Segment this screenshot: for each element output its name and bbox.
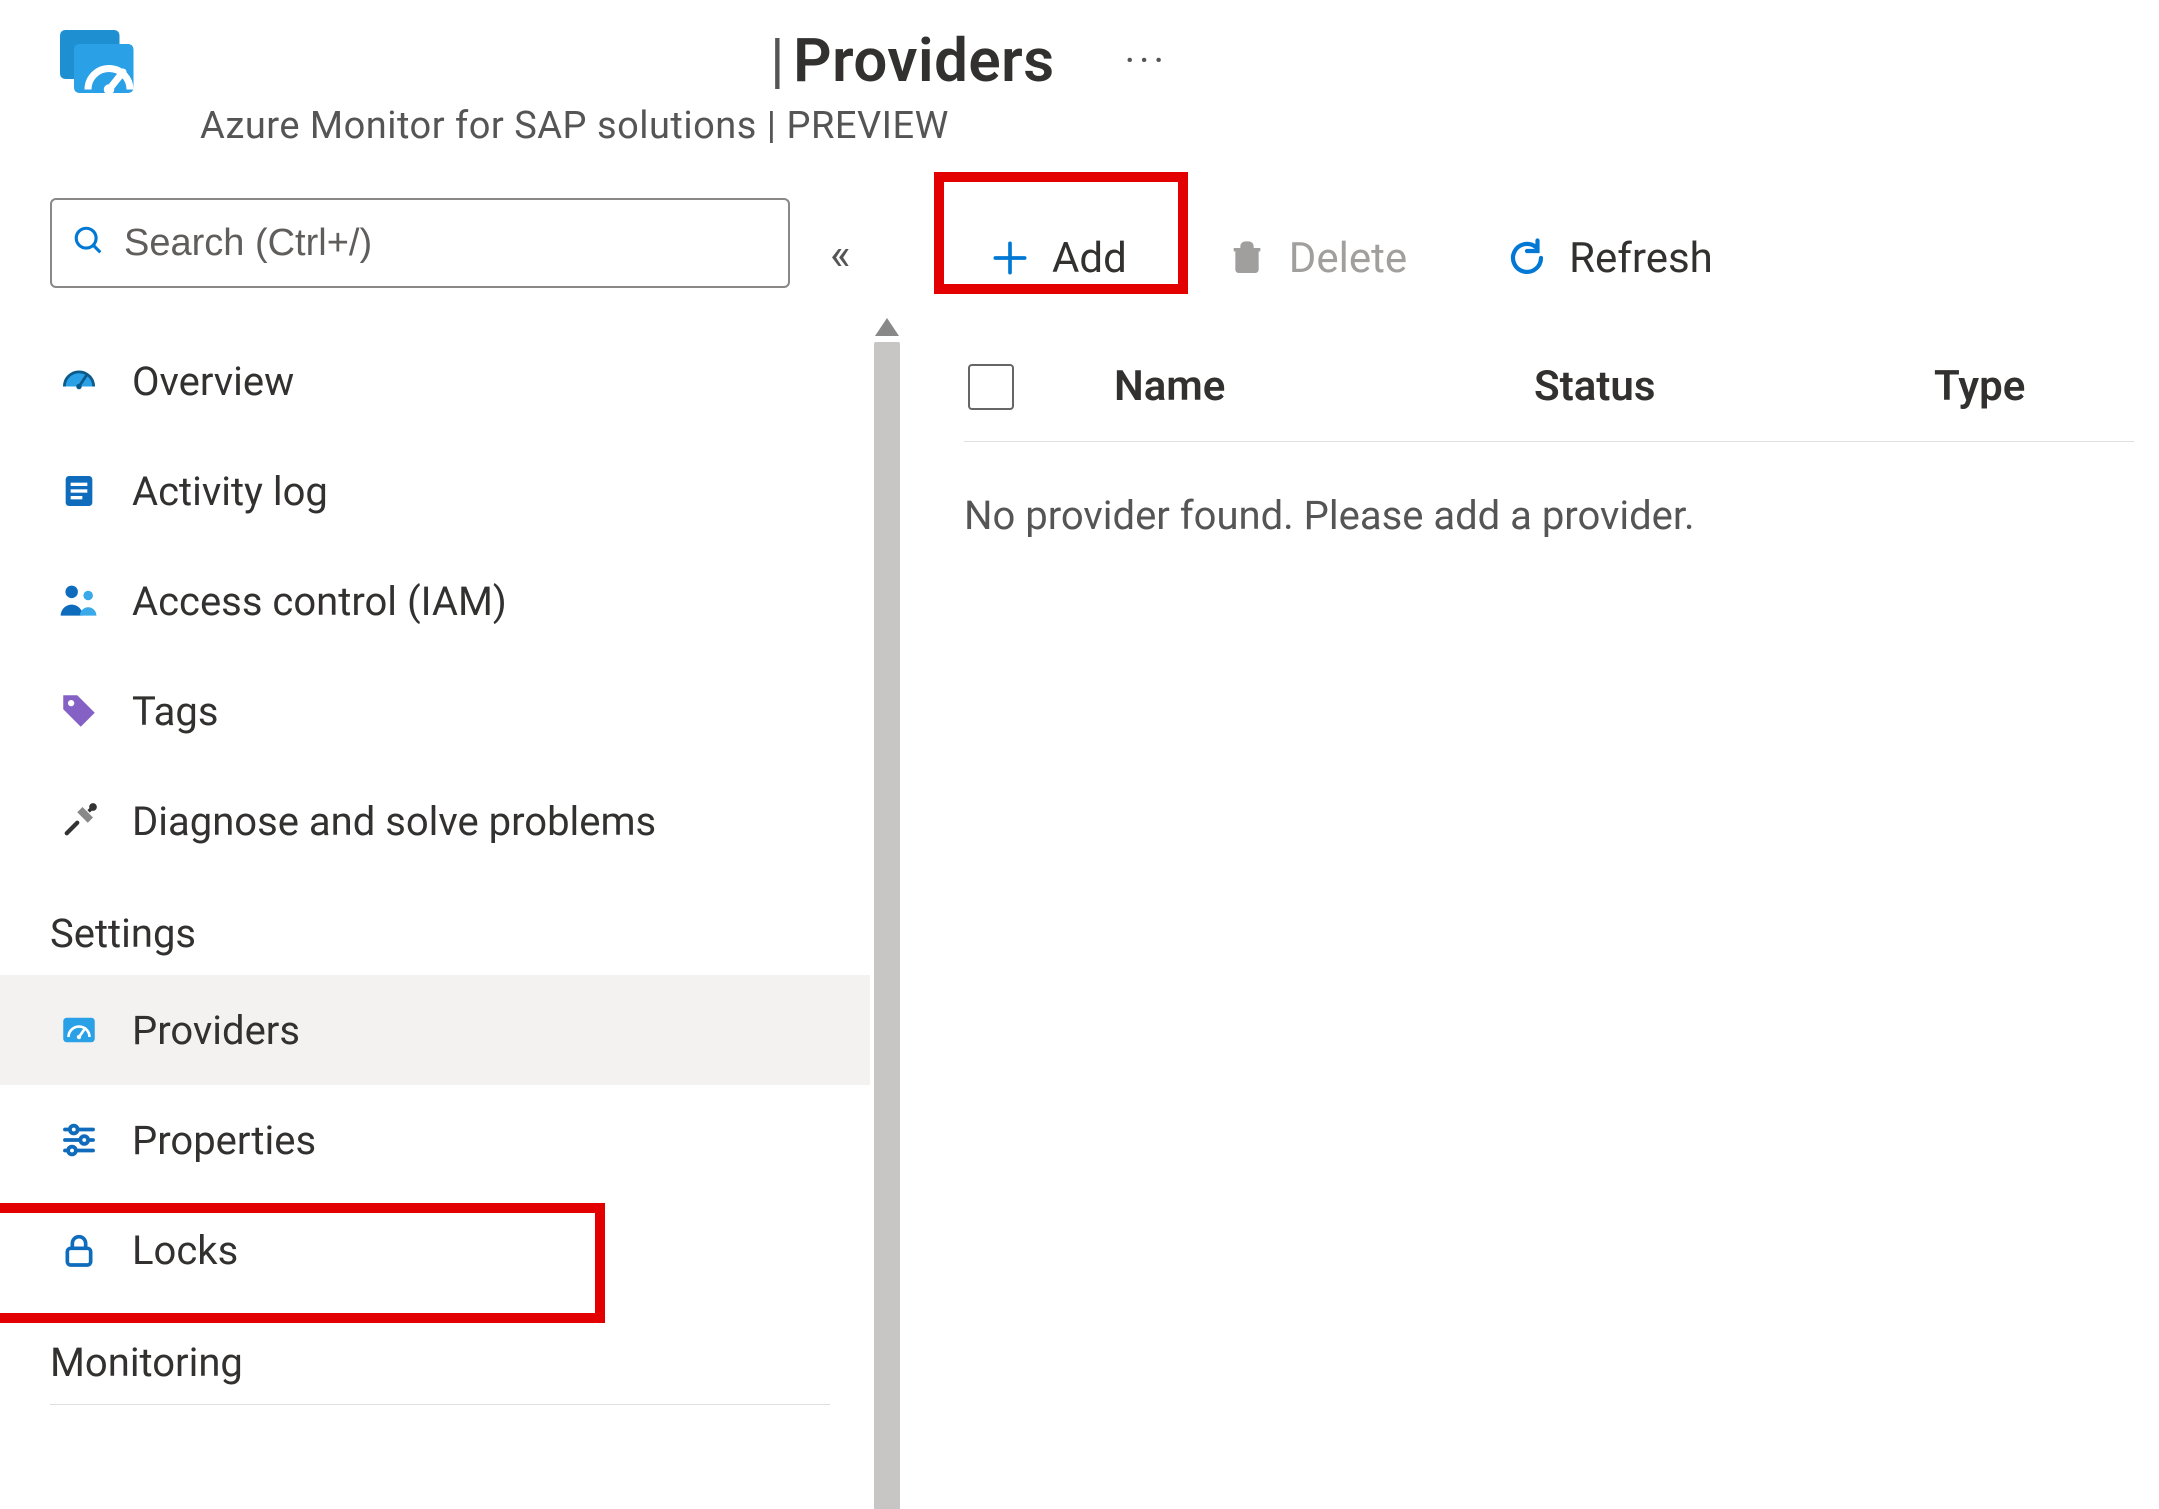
column-header-name[interactable]: Name [1114,362,1474,411]
plus-icon [988,236,1032,280]
sidebar-item-label: Access control (IAM) [132,578,507,625]
add-button-label: Add [1052,234,1127,283]
tags-icon [56,688,102,734]
page-subtitle: Azure Monitor for SAP solutions | PREVIE… [200,104,2109,148]
overview-icon [56,358,102,404]
page-title-text: Providers [793,25,1054,96]
sidebar-item-label: Diagnose and solve problems [132,798,656,845]
resource-icon [50,20,140,110]
sidebar-item-label: Activity log [132,468,328,515]
empty-state-message: No provider found. Please add a provider… [964,492,2134,539]
sidebar-item-label: Tags [132,688,219,735]
scroll-up-icon [875,318,899,336]
refresh-button[interactable]: Refresh [1481,224,1737,293]
sidebar-item-label: Overview [132,358,294,405]
sidebar-section-monitoring: Monitoring [50,1339,870,1386]
search-input[interactable] [122,221,768,266]
sidebar-section-settings: Settings [50,910,870,957]
delete-button: Delete [1201,224,1431,293]
properties-icon [56,1117,102,1163]
sidebar-item-label: Locks [132,1227,238,1274]
sidebar-item-label: Providers [132,1007,300,1054]
page-title: |Providers [770,25,1055,96]
diagnose-icon [56,798,102,844]
sidebar-nav: Overview Activity log [50,326,870,1405]
refresh-icon [1505,236,1549,280]
sidebar-item-overview[interactable]: Overview [50,326,870,436]
refresh-button-label: Refresh [1569,234,1713,283]
select-all-checkbox[interactable] [968,364,1014,410]
search-icon [72,224,106,262]
collapse-sidebar-button[interactable]: « [830,228,851,280]
sidebar-item-locks[interactable]: Locks [50,1195,870,1305]
sidebar-item-access-control[interactable]: Access control (IAM) [50,546,870,656]
sidebar-item-diagnose[interactable]: Diagnose and solve problems [50,766,870,876]
sidebar-item-activity-log[interactable]: Activity log [50,436,870,546]
sidebar-item-label: Properties [132,1117,316,1164]
column-header-type[interactable]: Type [1934,362,2134,411]
table-header-row: Name Status Type [964,338,2134,442]
trash-icon [1225,236,1269,280]
divider [50,1404,830,1405]
access-control-icon [56,578,102,624]
sidebar-scrollbar[interactable] [870,318,904,1507]
sidebar-item-providers[interactable]: Providers [0,975,870,1085]
sidebar: « Overview [0,178,870,1507]
page-header: |Providers ··· Azure Monitor for SAP sol… [0,0,2159,178]
scrollbar-thumb[interactable] [874,342,900,1509]
toolbar: Add Delete [964,198,2134,318]
delete-button-label: Delete [1289,234,1407,283]
providers-icon [56,1007,102,1053]
add-button[interactable]: Add [964,224,1151,293]
sidebar-item-tags[interactable]: Tags [50,656,870,766]
more-actions-button[interactable]: ··· [1125,37,1168,84]
main-content: Add Delete [904,178,2159,1507]
activity-log-icon [56,468,102,514]
column-header-status[interactable]: Status [1534,362,1874,411]
sidebar-item-properties[interactable]: Properties [50,1085,870,1195]
locks-icon [56,1227,102,1273]
header-title-row: |Providers ··· [50,10,2109,110]
search-box[interactable] [50,198,790,288]
